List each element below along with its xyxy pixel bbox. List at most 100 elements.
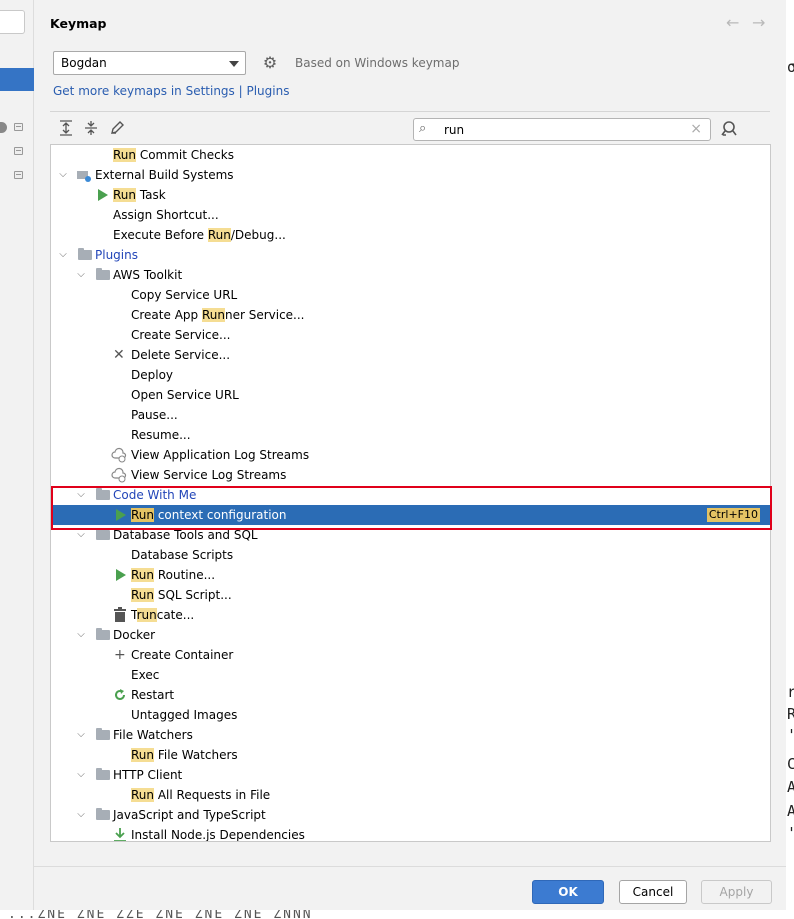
based-on-label: Based on Windows keymap [295, 56, 460, 70]
tree-row[interactable]: ⌵ Database Tools and SQL [51, 525, 770, 545]
pencil-icon[interactable] [109, 120, 125, 136]
project-scope-icon [14, 147, 23, 155]
tree-row[interactable]: Restart [51, 685, 770, 705]
tree-row[interactable]: Untagged Images [51, 705, 770, 725]
tree-row[interactable]: Execute Before Run/Debug... [51, 225, 770, 245]
settings-search-input[interactable] [0, 10, 25, 34]
tree-row[interactable]: Create App Runner Service... [51, 305, 770, 325]
background-glyph: ' [787, 826, 794, 841]
chevron-down-icon[interactable]: ⌵ [57, 165, 69, 185]
tree-row[interactable]: Run Commit Checks [51, 145, 770, 165]
background-glyph: R [787, 705, 794, 723]
chevron-down-icon[interactable]: ⌵ [75, 725, 87, 745]
tree-row[interactable]: Run File Watchers [51, 745, 770, 765]
run-icon [116, 509, 126, 521]
back-arrow-icon[interactable]: ← [726, 13, 739, 32]
chevron-down-icon[interactable]: ⌵ [57, 245, 69, 265]
tree-row[interactable]: Copy Service URL [51, 285, 770, 305]
gear-icon[interactable]: ⚙ [262, 55, 278, 71]
collapse-all-icon[interactable] [83, 120, 99, 136]
tree-row[interactable]: Run Task [51, 185, 770, 205]
tree-row-label: Code With Me [113, 488, 197, 502]
tree-row[interactable]: Database Scripts [51, 545, 770, 565]
sidebar-badge-icon [0, 122, 7, 133]
tree-row[interactable]: Install Node.js Dependencies [51, 825, 770, 841]
forward-arrow-icon[interactable]: → [752, 13, 765, 32]
plus-icon: + [114, 647, 126, 663]
tree-row[interactable]: ⌵ Code With Me [51, 485, 770, 505]
tree-row[interactable]: ⌵ Plugins [51, 245, 770, 265]
build-systems-icon [77, 171, 91, 182]
tree-row[interactable]: Create Service... [51, 325, 770, 345]
ok-button[interactable]: OK [532, 880, 604, 904]
folder-icon [96, 528, 110, 540]
tree-row[interactable]: Open Service URL [51, 385, 770, 405]
expand-all-icon[interactable] [58, 120, 74, 136]
tree-row[interactable]: Run Routine... [51, 565, 770, 585]
cloud-logs-icon [111, 447, 127, 463]
tree-row[interactable]: Deploy [51, 365, 770, 385]
folder-icon [78, 248, 92, 260]
chevron-down-icon[interactable]: ⌵ [75, 625, 87, 645]
background-glyph: ' [787, 728, 794, 743]
tree-row-label: Resume... [131, 428, 191, 442]
tree-row-label: Create App Runner Service... [131, 308, 305, 322]
tree-row-label: Pause... [131, 408, 178, 422]
search-icon[interactable]: ⌕ [419, 121, 426, 136]
tree-row[interactable]: ⌵ HTTP Client [51, 765, 770, 785]
background-editor-bottom: ...ZNE ZNE ZZE ZNE ZNE ZNE ZNNN [0, 910, 794, 919]
tree-row[interactable]: Exec [51, 665, 770, 685]
keymap-select-value: Bogdan [61, 56, 107, 70]
clear-search-icon[interactable]: × [690, 121, 702, 137]
delete-x-icon: ✕ [113, 347, 125, 363]
tree-row[interactable]: Pause... [51, 405, 770, 425]
page-title: Keymap [50, 16, 107, 31]
project-scope-icon [14, 171, 23, 179]
apply-button[interactable]: Apply [701, 880, 772, 904]
tree-row[interactable]: ⌵ Docker [51, 625, 770, 645]
tree-row[interactable]: View Application Log Streams [51, 445, 770, 465]
chevron-down-icon[interactable]: ⌵ [75, 485, 87, 505]
tree-row[interactable]: Run All Requests in File [51, 785, 770, 805]
tree-row[interactable]: Truncate... [51, 605, 770, 625]
trash-icon [114, 607, 126, 622]
action-search-input[interactable]: ⌕ run × [413, 118, 711, 141]
shortcut-badge: Ctrl+F10 [706, 508, 760, 522]
chevron-down-icon[interactable]: ⌵ [75, 525, 87, 545]
tree-row-label: View Service Log Streams [131, 468, 287, 482]
tree-row[interactable]: ⌵ JavaScript and TypeScript [51, 805, 770, 825]
tree-row[interactable]: ✕ Delete Service... [51, 345, 770, 365]
tree-row[interactable]: Resume... [51, 425, 770, 445]
tree-row[interactable]: Assign Shortcut... [51, 205, 770, 225]
tree-row-label: Open Service URL [131, 388, 239, 402]
tree-row[interactable]: View Service Log Streams [51, 465, 770, 485]
tree-row[interactable]: ⌵ AWS Toolkit [51, 265, 770, 285]
get-more-keymaps-link[interactable]: Get more keymaps in Settings | Plugins [53, 84, 289, 98]
find-by-shortcut-icon[interactable] [720, 120, 738, 138]
tree-row[interactable]: ⌵ File Watchers [51, 725, 770, 745]
chevron-down-icon[interactable]: ⌵ [75, 765, 87, 785]
project-scope-icon [14, 123, 23, 131]
background-glyph: A [787, 778, 794, 796]
sidebar-item-keymap-selected[interactable] [0, 68, 34, 91]
tree-row-label: Create Container [131, 648, 234, 662]
chevron-down-icon[interactable]: ⌵ [75, 265, 87, 285]
tree-row-label: External Build Systems [95, 168, 234, 182]
tree-row[interactable]: + Create Container [51, 645, 770, 665]
tree-row[interactable]: ⌵ External Build Systems [51, 165, 770, 185]
keymap-select[interactable]: Bogdan [53, 51, 246, 75]
run-icon [98, 189, 108, 201]
chevron-down-icon[interactable]: ⌵ [75, 805, 87, 825]
cloud-logs-icon [111, 467, 127, 483]
tree-row-selected[interactable]: Run context configuration Ctrl+F10 [51, 505, 770, 525]
folder-icon [96, 768, 110, 780]
tree-row-label: Assign Shortcut... [113, 208, 219, 222]
background-glyph: σ [787, 58, 794, 76]
background-editor-edge: σ rR'CAA' [786, 0, 794, 919]
keymap-action-tree[interactable]: Run Commit Checks ⌵ External Build Syste… [50, 144, 771, 842]
tree-row[interactable]: Run SQL Script... [51, 585, 770, 605]
search-query[interactable]: run [444, 123, 464, 137]
cancel-button[interactable]: Cancel [619, 880, 687, 904]
tree-row-label: Truncate... [131, 608, 195, 622]
tree-row-label: Copy Service URL [131, 288, 238, 302]
